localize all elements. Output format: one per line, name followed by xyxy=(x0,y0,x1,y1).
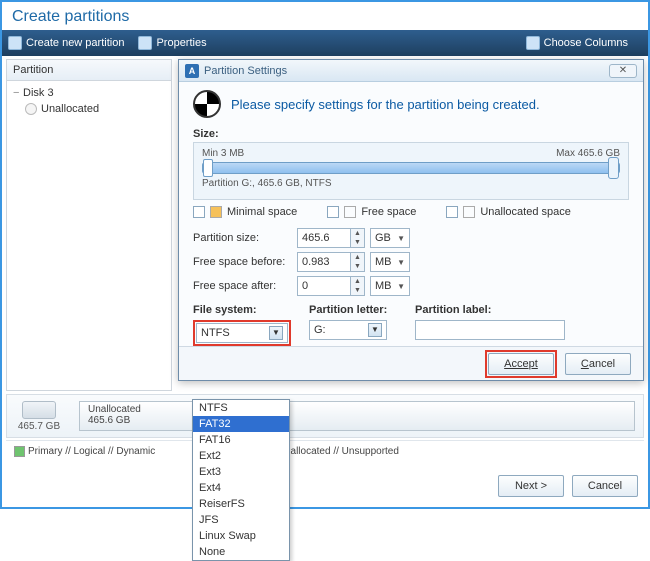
fs-option-ext2[interactable]: Ext2 xyxy=(193,448,289,464)
file-system-dropdown[interactable]: NTFSFAT32FAT16Ext2Ext3Ext4ReiserFSJFSLin… xyxy=(192,399,290,561)
disk-capacity: 465.7 GB xyxy=(18,421,60,432)
legend-primary-label: Primary // Logical // Dynamic xyxy=(28,446,155,457)
disk-segment-unallocated[interactable]: Unallocated 465.6 GB xyxy=(79,401,635,431)
free-after-unit-select[interactable]: MB▼ xyxy=(370,276,410,296)
min-size-label: Min 3 MB xyxy=(202,148,244,159)
slider-left-handle[interactable] xyxy=(203,159,213,177)
unallocated-icon xyxy=(25,103,37,115)
choose-columns-button[interactable]: Choose Columns xyxy=(526,36,628,50)
partition-label-input[interactable] xyxy=(415,320,565,340)
fs-option-none[interactable]: None xyxy=(193,544,289,560)
fs-option-ext4[interactable]: Ext4 xyxy=(193,480,289,496)
next-button[interactable]: Next > xyxy=(498,475,564,497)
free-before-unit-select[interactable]: MB▼ xyxy=(370,252,410,272)
dialog-cancel-button[interactable]: Cancel xyxy=(565,353,631,375)
properties-label: Properties xyxy=(156,37,206,49)
file-system-value: NTFS xyxy=(201,327,230,339)
free-after-input[interactable]: 0 xyxy=(297,276,351,296)
cancel-button[interactable]: Cancel xyxy=(572,475,638,497)
collapse-icon[interactable]: − xyxy=(13,87,23,99)
dialog-intro-text: Please specify settings for the partitio… xyxy=(231,97,540,112)
disk-segment-title: Unallocated xyxy=(88,404,626,415)
close-button[interactable]: ✕ xyxy=(609,64,637,78)
free-after-label: Free space after: xyxy=(193,280,297,292)
fs-option-ext3[interactable]: Ext3 xyxy=(193,464,289,480)
partition-label-label: Partition label: xyxy=(415,304,565,316)
chevron-down-icon: ▼ xyxy=(368,323,382,337)
partition-size-input[interactable]: 465.6 xyxy=(297,228,351,248)
free-before-spinner[interactable]: ▲▼ xyxy=(351,252,365,272)
chevron-down-icon: ▼ xyxy=(397,234,405,243)
free-before-label: Free space before: xyxy=(193,256,297,268)
fs-option-fat16[interactable]: FAT16 xyxy=(193,432,289,448)
file-system-label: File system: xyxy=(193,304,293,316)
free-space-swatch xyxy=(344,206,356,218)
chevron-down-icon: ▼ xyxy=(397,258,405,267)
fs-option-fat32[interactable]: FAT32 xyxy=(193,416,289,432)
disk-segment-size: 465.6 GB xyxy=(88,415,626,426)
unallocated-space-checkbox[interactable]: Unallocated space xyxy=(446,206,571,218)
tree-unallocated-label: Unallocated xyxy=(41,103,99,115)
partition-settings-dialog: A Partition Settings ✕ Please specify se… xyxy=(178,59,644,381)
choose-columns-label: Choose Columns xyxy=(544,37,628,49)
partition-size-label: Partition size: xyxy=(193,232,297,244)
slider-caption: Partition G:, 465.6 GB, NTFS xyxy=(202,178,620,189)
tree-disk-row[interactable]: − Disk 3 xyxy=(13,85,165,101)
partition-tree-header: Partition xyxy=(7,60,171,81)
fs-option-linux swap[interactable]: Linux Swap xyxy=(193,528,289,544)
dialog-titlebar: A Partition Settings ✕ xyxy=(179,60,643,82)
legend: Primary // Logical // Dynamic re Zone Un… xyxy=(6,440,644,462)
app-icon: A xyxy=(185,64,199,78)
minimal-space-label: Minimal space xyxy=(227,206,297,218)
legend-unalloc-label: Unallocated // Unsupported xyxy=(278,446,399,457)
legend-primary-swatch xyxy=(14,446,25,457)
size-slider-box: Min 3 MB Max 465.6 GB Partition G:, 465.… xyxy=(193,142,629,200)
partition-size-unit-select[interactable]: GB▼ xyxy=(370,228,410,248)
unalloc-space-swatch xyxy=(463,206,475,218)
disk-usage-bar: 465.7 GB Unallocated 465.6 GB xyxy=(6,394,644,438)
unalloc-space-label: Unallocated space xyxy=(480,206,571,218)
columns-icon xyxy=(526,36,540,50)
partition-letter-value: G: xyxy=(314,324,326,336)
size-section-label: Size: xyxy=(193,128,629,140)
free-after-spinner[interactable]: ▲▼ xyxy=(351,276,365,296)
fs-option-ntfs[interactable]: NTFS xyxy=(193,400,289,416)
chevron-down-icon: ▼ xyxy=(397,282,405,291)
size-slider[interactable] xyxy=(202,162,620,174)
toolbar: Create new partition Properties Choose C… xyxy=(2,30,648,56)
free-space-checkbox[interactable]: Free space xyxy=(327,206,416,218)
chevron-down-icon[interactable]: ▼ xyxy=(269,326,283,340)
fs-option-reiserfs[interactable]: ReiserFS xyxy=(193,496,289,512)
partition-tree-panel: Partition − Disk 3 Unallocated xyxy=(6,59,172,391)
file-system-select[interactable]: NTFS ▼ xyxy=(196,323,288,343)
minimal-space-swatch xyxy=(210,206,222,218)
tree-unallocated-row[interactable]: Unallocated xyxy=(13,101,165,117)
create-new-partition-button[interactable]: Create new partition xyxy=(8,36,124,50)
partition-letter-select[interactable]: G: ▼ xyxy=(309,320,387,340)
new-partition-icon xyxy=(8,36,22,50)
free-before-input[interactable]: 0.983 xyxy=(297,252,351,272)
tree-disk-label: Disk 3 xyxy=(23,87,54,99)
dialog-title: Partition Settings xyxy=(204,65,287,77)
properties-icon xyxy=(138,36,152,50)
window-title: Create partitions xyxy=(2,2,648,30)
minimal-space-checkbox[interactable]: Minimal space xyxy=(193,206,297,218)
create-new-partition-label: Create new partition xyxy=(26,37,124,49)
disk-icon: 465.7 GB xyxy=(7,401,71,432)
accept-button[interactable]: Accept xyxy=(488,353,554,375)
properties-button[interactable]: Properties xyxy=(138,36,206,50)
partition-letter-label: Partition letter: xyxy=(309,304,399,316)
fs-option-jfs[interactable]: JFS xyxy=(193,512,289,528)
wizard-icon xyxy=(193,90,221,118)
slider-right-handle[interactable] xyxy=(608,157,619,179)
partition-size-spinner[interactable]: ▲▼ xyxy=(351,228,365,248)
free-space-label: Free space xyxy=(361,206,416,218)
